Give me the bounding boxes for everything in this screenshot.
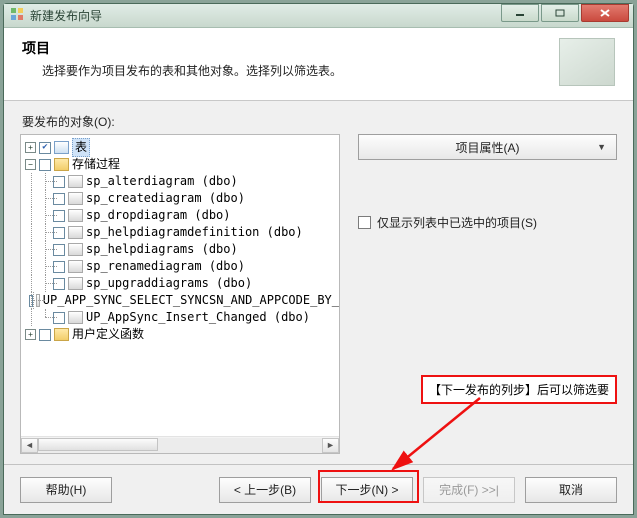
finish-button: 完成(F) >>| [423,477,515,503]
item-properties-label: 项目属性(A) [456,139,520,156]
collapse-icon[interactable]: − [25,159,36,170]
horizontal-scrollbar[interactable]: ◄ ► [21,436,339,453]
stored-procedure-icon [68,209,83,222]
tree-node-sp[interactable]: UP_AppSync_Insert_Changed (dbo) [25,309,339,326]
tree-node-sp[interactable]: sp_helpdiagrams (dbo) [25,241,339,258]
cancel-button[interactable]: 取消 [525,477,617,503]
right-column: 项目属性(A) ▼ 仅显示列表中已选中的项目(S) [358,134,617,456]
stored-procedure-icon [68,175,83,188]
annotation-callout: 【下一发布的列步】后可以筛选要 [421,375,617,404]
wizard-body: 要发布的对象(O): + ✔ 表 − [4,101,633,464]
window-title: 新建发布向导 [30,7,102,24]
stored-procedure-icon [68,192,83,205]
tree-node-sp[interactable]: sp_alterdiagram (dbo) [25,173,339,190]
tree-node-sp[interactable]: sp_upgraddiagrams (dbo) [25,275,339,292]
tree-node-sp[interactable]: UP_APP_SYNC_SELECT_SYNCSN_AND_APPCODE_BY… [25,292,339,309]
tree-item-label: sp_upgraddiagrams (dbo) [86,275,252,292]
tree-node-sp[interactable]: sp_dropdiagram (dbo) [25,207,339,224]
stored-procedure-icon [68,311,83,324]
checkbox[interactable] [39,329,51,341]
tree-node-label: 用户定义函数 [72,326,144,343]
tree-node-sp[interactable]: sp_helpdiagramdefinition (dbo) [25,224,339,241]
title-bar: 新建发布向导 [4,4,633,28]
next-button[interactable]: 下一步(N) > [321,477,413,503]
tree-item-label: UP_APP_SYNC_SELECT_SYNCSN_AND_APPCODE_BY… [43,292,339,309]
wizard-header: 项目 选择要作为项目发布的表和其他对象。选择列以筛选表。 [4,28,633,101]
function-folder-icon [54,328,69,341]
expand-icon[interactable]: + [25,142,36,153]
stored-procedure-icon [68,277,83,290]
scroll-right-button[interactable]: ► [322,438,339,453]
close-button[interactable] [581,4,629,22]
checkbox[interactable] [39,159,51,171]
chevron-down-icon: ▼ [597,142,606,152]
tree-item-label: sp_helpdiagramdefinition (dbo) [86,224,303,241]
tree-node-label: 存储过程 [72,156,120,173]
checkbox[interactable]: ✔ [39,142,51,154]
folder-icon [54,158,69,171]
tree-node-udf[interactable]: + 用户定义函数 [25,326,339,343]
app-icon [10,7,24,24]
stored-procedure-icon [68,226,83,239]
tree-item-label: sp_renamediagram (dbo) [86,258,245,275]
tree-node-sp[interactable]: sp_creatediagram (dbo) [25,190,339,207]
show-selected-only-row: 仅显示列表中已选中的项目(S) [358,214,617,231]
table-icon [54,141,69,154]
scroll-track[interactable] [38,438,322,453]
stored-procedure-icon [68,260,83,273]
minimize-button[interactable] [501,4,539,22]
wizard-footer: 帮助(H) < 上一步(B) 下一步(N) > 完成(F) >>| 取消 [4,464,633,514]
scroll-left-button[interactable]: ◄ [21,438,38,453]
header-illustration [559,38,615,86]
tree-item-label: sp_alterdiagram (dbo) [86,173,238,190]
tree-item-label: sp_creatediagram (dbo) [86,190,245,207]
objects-label: 要发布的对象(O): [22,113,617,130]
minimize-icon [515,9,525,17]
expand-icon[interactable]: + [25,329,36,340]
tree-node-tables[interactable]: + ✔ 表 [25,139,339,156]
item-properties-button[interactable]: 项目属性(A) ▼ [358,134,617,160]
tree-node-stored-procedures[interactable]: − 存储过程 [25,156,339,173]
page-subtitle: 选择要作为项目发布的表和其他对象。选择列以筛选表。 [42,62,559,79]
show-selected-only-label: 仅显示列表中已选中的项目(S) [377,214,537,231]
show-selected-only-checkbox[interactable] [358,216,371,229]
tree-item-label: UP_AppSync_Insert_Changed (dbo) [86,309,310,326]
help-button[interactable]: 帮助(H) [20,477,112,503]
stored-procedure-icon [68,243,83,256]
maximize-icon [555,9,565,17]
back-button[interactable]: < 上一步(B) [219,477,311,503]
tree-item-label: sp_helpdiagrams (dbo) [86,241,238,258]
page-title: 项目 [22,38,559,58]
tree-node-sp[interactable]: sp_renamediagram (dbo) [25,258,339,275]
objects-tree[interactable]: + ✔ 表 − 存储过程 sp_alterdiagram (dbo) sp_ [20,134,340,454]
wizard-window: 新建发布向导 项目 选择要作为项目发布的表和其他对象。选择列以筛选表。 要发布的… [3,3,634,515]
tree-item-label: sp_dropdiagram (dbo) [86,207,231,224]
tree-node-label: 表 [72,138,90,157]
scroll-thumb[interactable] [38,438,158,451]
maximize-button[interactable] [541,4,579,22]
close-icon [599,8,611,18]
